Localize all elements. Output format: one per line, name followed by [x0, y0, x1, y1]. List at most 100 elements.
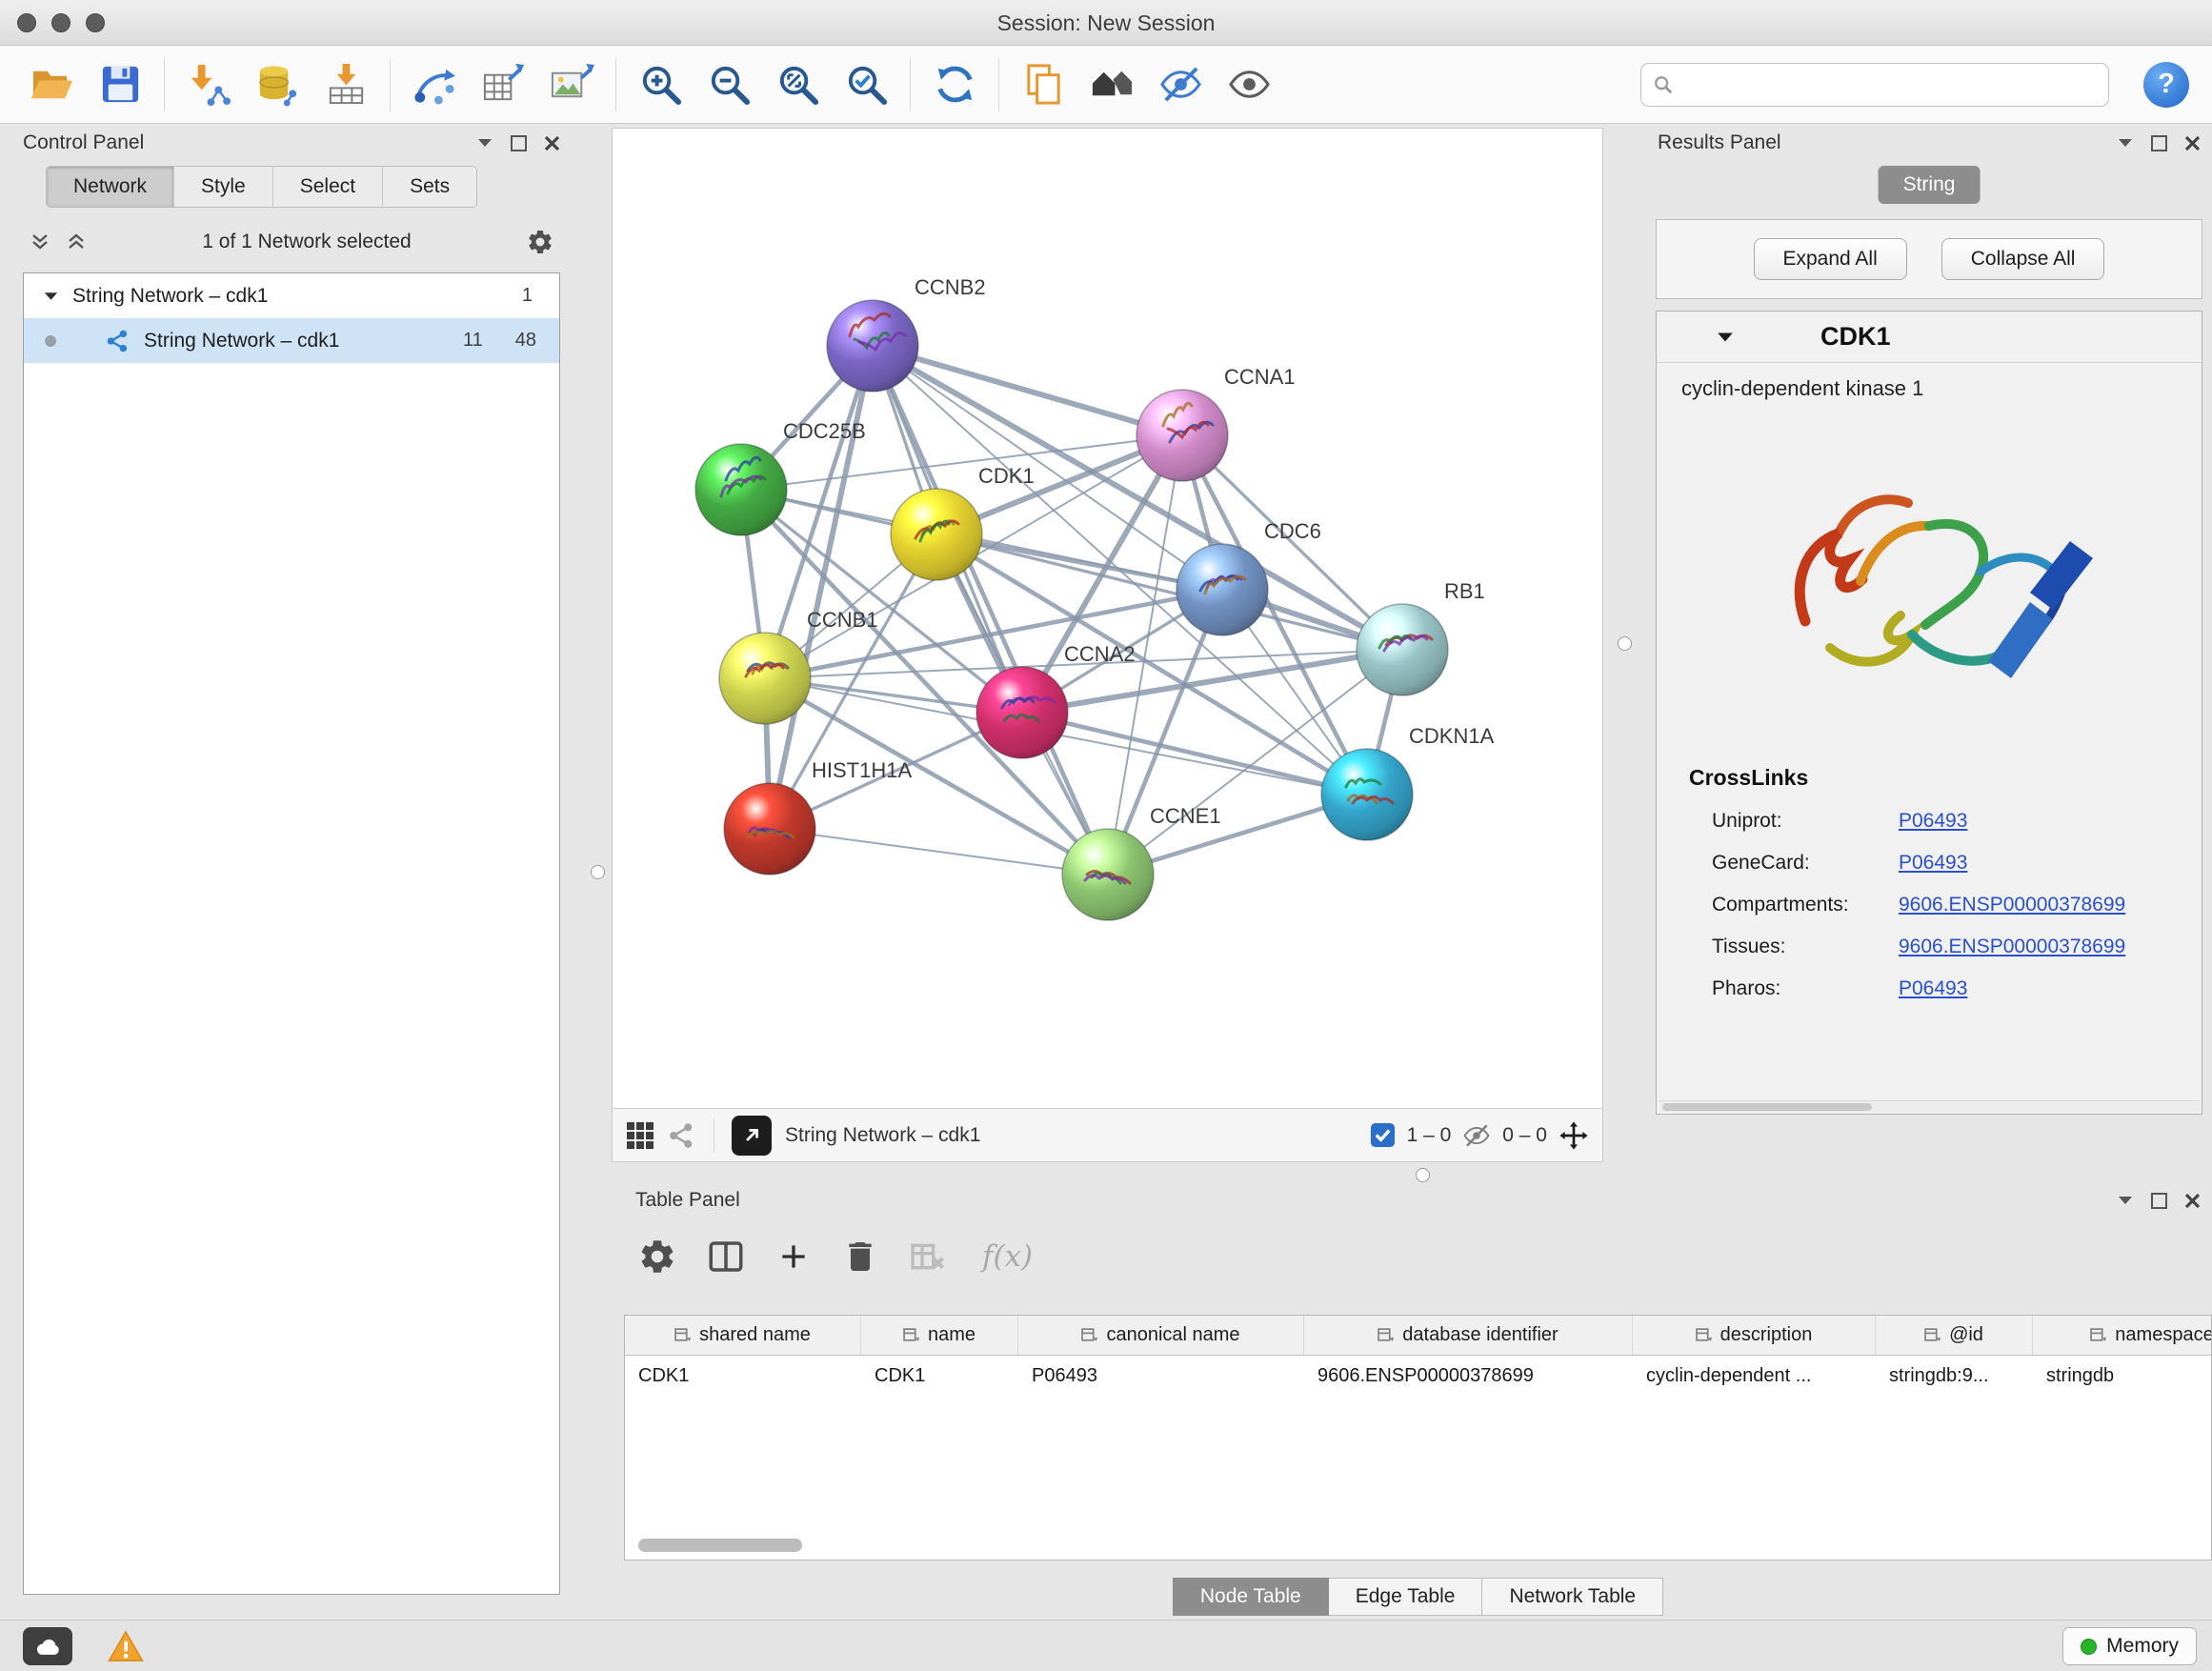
column-header-canonical-name[interactable]: canonical name	[1018, 1316, 1304, 1355]
cell-id[interactable]: stringdb:9...	[1876, 1356, 2033, 1396]
refresh-button[interactable]	[924, 55, 985, 114]
gene-section-header[interactable]: CDK1	[1657, 312, 2202, 363]
tab-sets[interactable]: Sets	[383, 167, 476, 207]
birdseye-view-icon[interactable]	[668, 1121, 696, 1150]
cell-database-identifier[interactable]: 9606.ENSP00000378699	[1304, 1356, 1633, 1396]
tab-style[interactable]: Style	[174, 167, 273, 207]
panel-menu-icon[interactable]	[2117, 137, 2134, 149]
splitter-handle[interactable]	[591, 865, 605, 879]
network-canvas[interactable]: CCNB2CCNA1CDC25BCDK1CDC6RB1CCNB1CCNA2CDK…	[613, 129, 1602, 1108]
import-network-from-database-button[interactable]	[247, 55, 308, 114]
pan-move-icon[interactable]	[1558, 1120, 1589, 1151]
network-edge-CCNB2-CCNA1[interactable]	[873, 346, 1182, 435]
export-table-button[interactable]	[473, 55, 533, 114]
open-session-button[interactable]	[21, 55, 82, 114]
column-header-namespace[interactable]: namespace	[2033, 1316, 2212, 1355]
column-header-database-identifier[interactable]: database identifier	[1304, 1316, 1633, 1355]
splitter-handle[interactable]	[1618, 636, 1632, 651]
clone-network-button[interactable]	[1013, 55, 1074, 114]
results-tab-string[interactable]: String	[1879, 166, 1981, 204]
cloud-button[interactable]	[23, 1627, 72, 1665]
expand-all-tree-icon[interactable]	[29, 231, 51, 253]
close-window-button[interactable]	[17, 13, 36, 32]
search-input[interactable]	[1682, 73, 2097, 96]
float-panel-icon[interactable]	[511, 135, 527, 151]
column-header-shared-name[interactable]: shared name	[625, 1316, 861, 1355]
column-header-name[interactable]: name	[861, 1316, 1018, 1355]
crosslink-pharos-link[interactable]: P06493	[1899, 977, 1967, 1000]
maximize-window-button[interactable]	[86, 13, 105, 32]
save-session-button[interactable]	[90, 55, 151, 114]
import-network-button[interactable]	[178, 55, 239, 114]
float-panel-icon[interactable]	[2151, 1193, 2167, 1209]
network-node-CDKN1A[interactable]	[1321, 749, 1413, 840]
open-in-new-window-button[interactable]	[732, 1116, 772, 1156]
table-horizontal-scrollbar[interactable]	[638, 1539, 802, 1552]
column-header-id[interactable]: @id	[1876, 1316, 2033, 1355]
help-button[interactable]: ?	[2143, 62, 2189, 108]
add-column-icon[interactable]	[774, 1238, 813, 1276]
tree-expander-icon[interactable]	[43, 291, 59, 302]
network-row-selected[interactable]: String Network – cdk1 11 48	[24, 318, 559, 363]
function-builder-icon[interactable]: f(x)	[982, 1239, 1033, 1274]
zoom-out-button[interactable]	[698, 55, 759, 114]
crosslink-uniprot-link[interactable]: P06493	[1899, 810, 1967, 833]
network-node-CCNA2[interactable]	[976, 667, 1068, 758]
table-settings-gear-icon[interactable]	[637, 1237, 677, 1277]
close-panel-icon[interactable]	[2184, 1193, 2201, 1209]
network-node-CDC6[interactable]	[1176, 544, 1268, 635]
export-image-button[interactable]	[541, 55, 602, 114]
warnings-button[interactable]	[103, 1627, 149, 1665]
crosslink-compartments-link[interactable]: 9606.ENSP00000378699	[1899, 894, 2125, 916]
selected-checkbox-icon[interactable]	[1370, 1122, 1396, 1148]
zoom-fit-button[interactable]	[767, 55, 828, 114]
float-panel-icon[interactable]	[2151, 135, 2167, 151]
scrollbar-thumb[interactable]	[1662, 1103, 1872, 1111]
network-edge-CCNB2-CCNE1[interactable]	[873, 346, 1108, 875]
panel-menu-icon[interactable]	[476, 137, 493, 149]
search-field[interactable]	[1640, 63, 2109, 107]
hide-selected-button[interactable]	[1150, 55, 1211, 114]
memory-button[interactable]: Memory	[2062, 1627, 2197, 1665]
zoom-in-button[interactable]	[630, 55, 691, 114]
expand-all-button[interactable]: Expand All	[1754, 238, 1907, 280]
collapse-all-button[interactable]: Collapse All	[1941, 238, 2105, 280]
hidden-eye-slash-icon[interactable]	[1462, 1121, 1491, 1150]
show-hidden-button[interactable]	[1218, 55, 1279, 114]
close-panel-icon[interactable]	[2184, 135, 2201, 151]
network-node-CDK1[interactable]	[891, 489, 982, 580]
cell-description[interactable]: cyclin-dependent ...	[1633, 1356, 1876, 1396]
show-columns-icon[interactable]	[706, 1237, 746, 1277]
network-edge-CCNA2-CDKN1A[interactable]	[1022, 713, 1367, 795]
network-node-CDC25B[interactable]	[695, 444, 787, 535]
cell-shared-name[interactable]: CDK1	[625, 1356, 861, 1396]
tab-network-table[interactable]: Network Table	[1482, 1578, 1663, 1616]
table-row[interactable]: CDK1 CDK1 P06493 9606.ENSP00000378699 cy…	[625, 1356, 2211, 1396]
tab-node-table[interactable]: Node Table	[1173, 1578, 1329, 1616]
splitter-handle[interactable]	[1416, 1168, 1430, 1182]
column-header-description[interactable]: description	[1633, 1316, 1876, 1355]
tab-network[interactable]: Network	[47, 167, 174, 207]
cell-name[interactable]: CDK1	[861, 1356, 1018, 1396]
network-node-RB1[interactable]	[1357, 604, 1448, 695]
results-horizontal-scrollbar[interactable]	[1659, 1100, 2200, 1112]
clear-table-icon[interactable]	[908, 1238, 946, 1276]
grid-view-icon[interactable]	[626, 1121, 654, 1150]
cell-canonical-name[interactable]: P06493	[1018, 1356, 1304, 1396]
crosslink-genecard-link[interactable]: P06493	[1899, 852, 1967, 875]
zoom-selected-button[interactable]	[835, 55, 896, 114]
network-collection-row[interactable]: String Network – cdk1 1	[24, 273, 559, 318]
crosslink-tissues-link[interactable]: 9606.ENSP00000378699	[1899, 936, 2125, 958]
delete-column-icon[interactable]	[841, 1238, 879, 1276]
close-panel-icon[interactable]	[544, 135, 560, 151]
tab-select[interactable]: Select	[273, 167, 383, 207]
network-node-CCNB1[interactable]	[719, 633, 811, 724]
section-expander-icon[interactable]	[1716, 331, 1735, 344]
minimize-window-button[interactable]	[51, 13, 70, 32]
cell-namespace[interactable]: stringdb	[2033, 1356, 2212, 1396]
collapse-all-tree-icon[interactable]	[65, 231, 88, 253]
layout-network-button[interactable]	[404, 55, 465, 114]
panel-menu-icon[interactable]	[2117, 1195, 2134, 1206]
import-table-button[interactable]	[315, 55, 376, 114]
gear-icon[interactable]	[526, 228, 554, 256]
